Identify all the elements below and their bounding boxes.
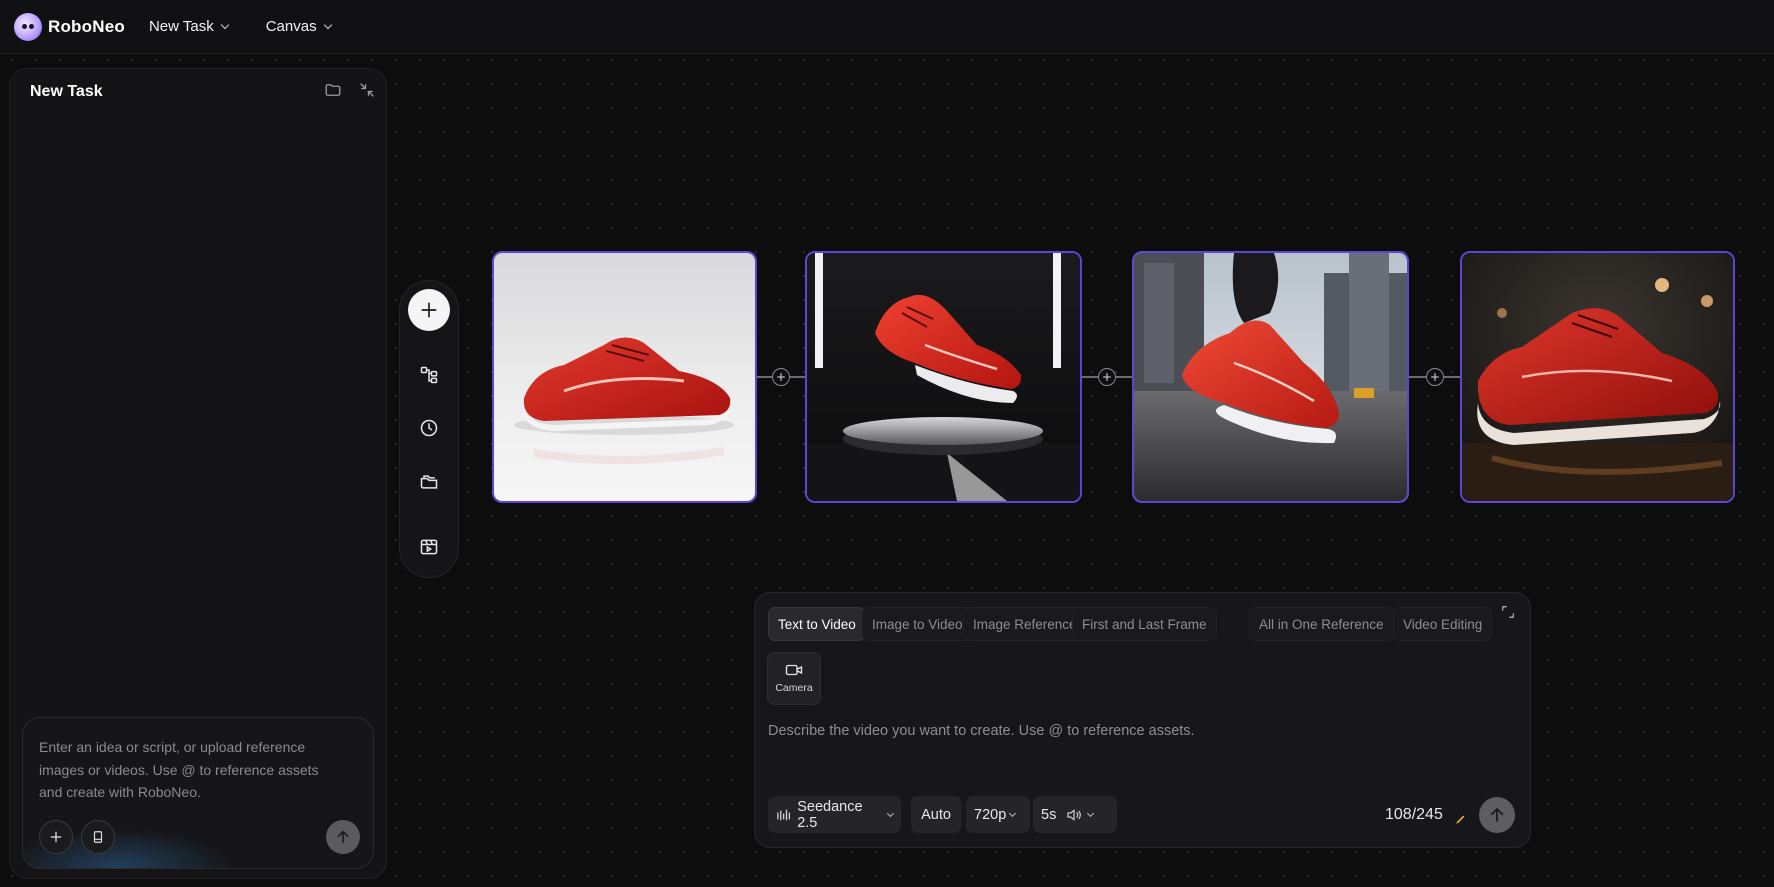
insert-node-button[interactable] bbox=[1426, 368, 1444, 386]
folder-icon[interactable] bbox=[324, 81, 344, 101]
workflow-button[interactable] bbox=[417, 363, 441, 387]
chevron-down-icon bbox=[1009, 809, 1017, 817]
panel-title: New Task bbox=[30, 83, 103, 100]
shoe-image-3 bbox=[1134, 253, 1407, 501]
device-button[interactable] bbox=[81, 820, 115, 854]
canvas-image-card-4[interactable] bbox=[1460, 251, 1735, 503]
new-task-menu[interactable]: New Task bbox=[148, 18, 229, 35]
chevron-down-icon bbox=[1087, 809, 1095, 817]
camera-icon bbox=[785, 664, 803, 676]
chat-input-placeholder: Enter an idea or script, or upload refer… bbox=[39, 739, 319, 800]
tab-all-in-one-reference[interactable]: All in One Reference bbox=[1249, 607, 1394, 641]
aspect-ratio-selector[interactable]: Auto bbox=[911, 796, 961, 833]
send-arrow-icon bbox=[337, 830, 349, 844]
insert-node-button[interactable] bbox=[772, 368, 790, 386]
chat-send-button[interactable] bbox=[326, 820, 360, 854]
camera-button[interactable]: Camera bbox=[767, 652, 821, 705]
canvas-image-card-2[interactable] bbox=[805, 251, 1082, 503]
roboneo-logo-icon bbox=[14, 12, 42, 41]
tab-video-editing[interactable]: Video Editing bbox=[1393, 607, 1493, 641]
insert-node-button[interactable] bbox=[1098, 368, 1116, 386]
pencil-icon bbox=[1456, 815, 1465, 824]
canvas-image-card-1[interactable] bbox=[492, 251, 757, 503]
assets-folder-button[interactable] bbox=[417, 470, 441, 494]
prompt-input[interactable]: Describe the video you want to create. U… bbox=[768, 723, 1195, 739]
tab-first-last-frame[interactable]: First and Last Frame bbox=[1072, 607, 1217, 641]
shoe-image-4 bbox=[1462, 253, 1733, 501]
canvas-menu-label: Canvas bbox=[265, 18, 317, 35]
canvas-image-card-3[interactable] bbox=[1132, 251, 1409, 503]
video-generator-panel: Text to Video Image to Video Image Refer… bbox=[754, 592, 1531, 848]
model-selector[interactable]: Seedance 2.5 bbox=[768, 796, 901, 833]
send-arrow-icon bbox=[1490, 807, 1504, 822]
device-icon bbox=[93, 831, 103, 843]
task-panel: New Task Enter an idea or script, or upl… bbox=[9, 68, 387, 879]
canvas-toolbar bbox=[399, 280, 459, 578]
plus-circle-icon bbox=[777, 373, 785, 381]
top-bar: RoboNeo New Task Canvas bbox=[0, 0, 1774, 54]
history-button[interactable] bbox=[417, 416, 441, 440]
add-node-button[interactable] bbox=[408, 289, 450, 331]
chevron-down-icon bbox=[323, 20, 332, 29]
folder-icon bbox=[420, 475, 438, 489]
collapse-icon[interactable] bbox=[358, 81, 378, 101]
model-label: Seedance 2.5 bbox=[797, 798, 863, 831]
duration-label: 5s bbox=[1041, 806, 1057, 823]
new-task-menu-label: New Task bbox=[148, 18, 214, 35]
add-icon bbox=[50, 831, 62, 843]
camera-label: Camera bbox=[775, 682, 813, 694]
video-template-icon bbox=[420, 539, 438, 555]
chevron-down-icon bbox=[887, 809, 895, 817]
video-template-button[interactable] bbox=[417, 535, 441, 559]
app-logo[interactable]: RoboNeo bbox=[14, 12, 125, 41]
resolution-label: 720p bbox=[974, 806, 1007, 823]
add-icon bbox=[421, 302, 437, 318]
duration-sound-selector[interactable]: 5s bbox=[1033, 796, 1117, 833]
expand-icon[interactable] bbox=[1501, 605, 1517, 621]
workflow-icon bbox=[420, 366, 438, 384]
audio-bars-icon bbox=[777, 809, 790, 820]
shoe-image-2 bbox=[807, 253, 1080, 501]
sound-icon bbox=[1067, 808, 1082, 821]
shoe-image-1 bbox=[494, 253, 755, 501]
tab-image-to-video[interactable]: Image to Video bbox=[862, 607, 973, 641]
tab-image-reference[interactable]: Image Reference bbox=[963, 607, 1087, 641]
resolution-selector[interactable]: 720p bbox=[966, 796, 1030, 833]
chat-input-box[interactable]: Enter an idea or script, or upload refer… bbox=[22, 717, 374, 869]
plus-circle-icon bbox=[1103, 373, 1111, 381]
generate-button[interactable] bbox=[1479, 797, 1515, 833]
aspect-ratio-label: Auto bbox=[921, 806, 951, 823]
plus-circle-icon bbox=[1431, 373, 1439, 381]
app-name: RoboNeo bbox=[48, 16, 125, 36]
chevron-down-icon bbox=[220, 20, 229, 29]
tab-text-to-video[interactable]: Text to Video bbox=[768, 607, 866, 641]
add-attachment-button[interactable] bbox=[39, 820, 73, 854]
credit-counter: 108/245 bbox=[1385, 806, 1443, 823]
canvas-menu[interactable]: Canvas bbox=[265, 18, 332, 35]
history-icon bbox=[420, 419, 438, 437]
